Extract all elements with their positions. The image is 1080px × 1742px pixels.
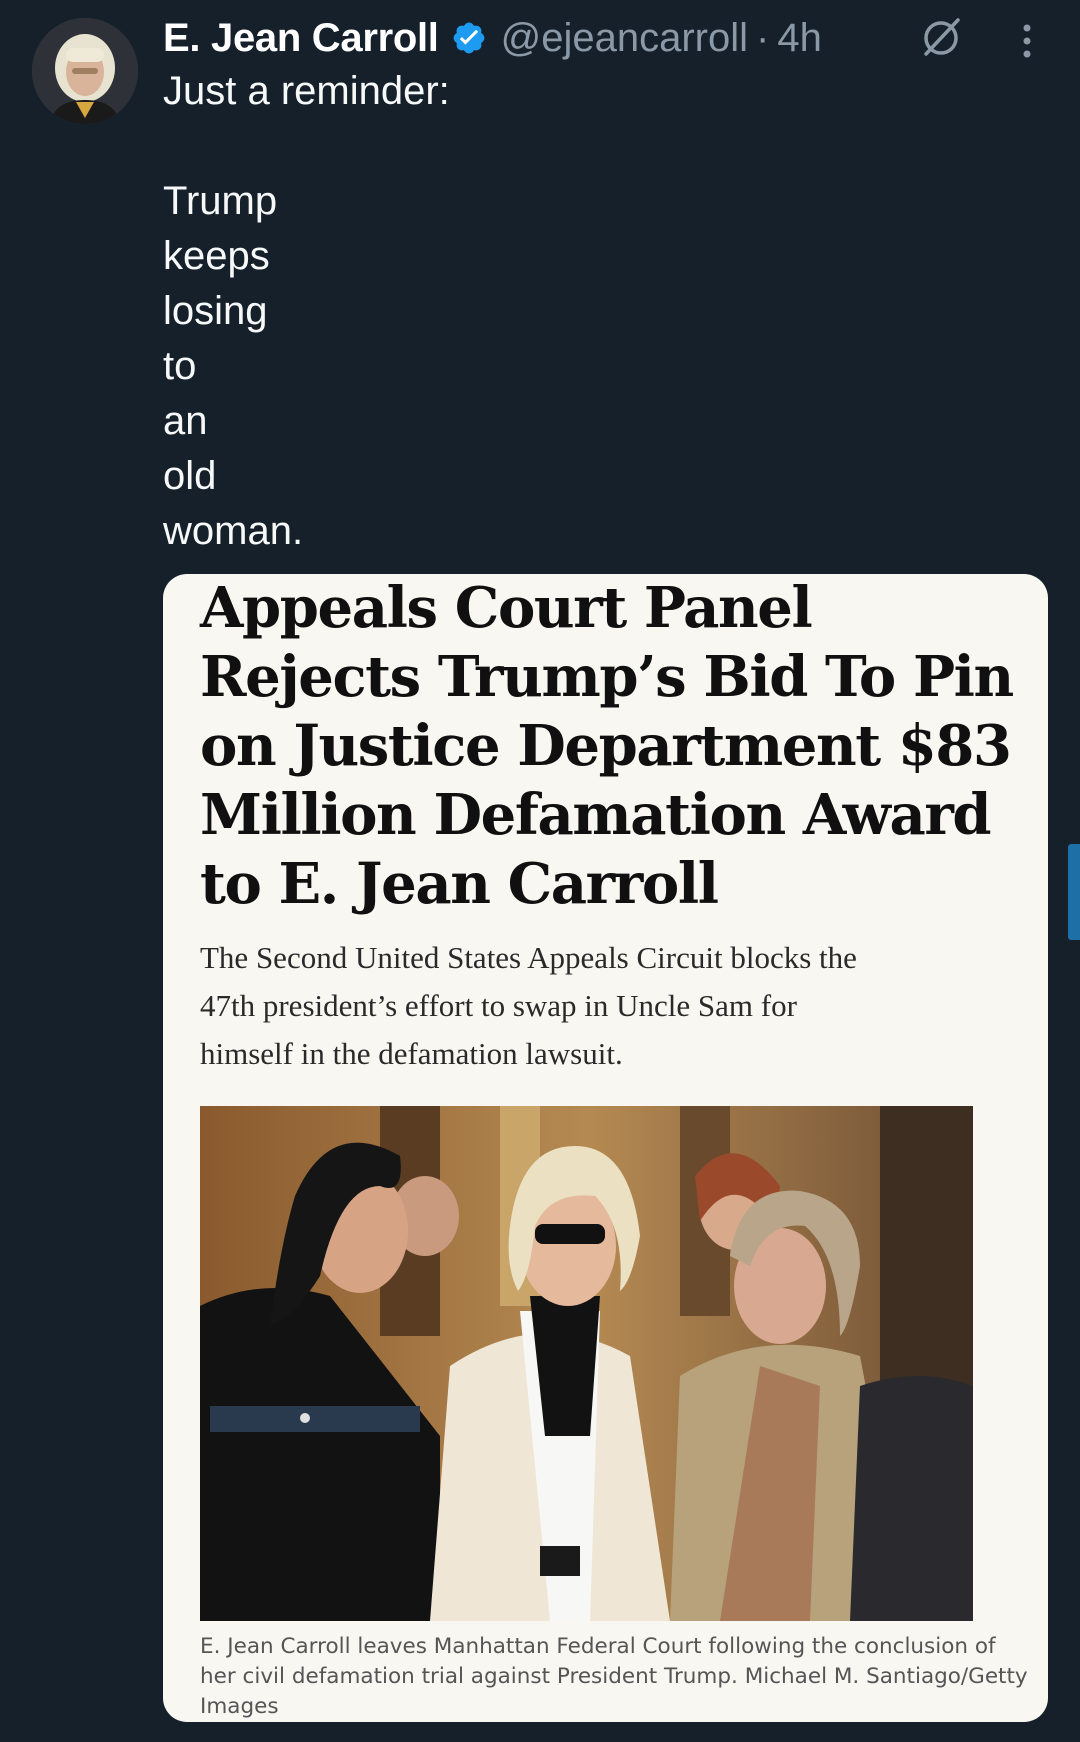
- subheadline-line: himself in the defamation lawsuit.: [200, 1036, 623, 1071]
- tweet-timestamp[interactable]: 4h: [777, 16, 822, 61]
- caption-line: E. Jean Carroll leaves Manhattan Federal…: [200, 1634, 996, 1659]
- attached-image[interactable]: Appeals Court Panel Rejects Trump’s Bid …: [163, 574, 1048, 1722]
- author-handle[interactable]: @ejeancarroll: [501, 16, 748, 61]
- headline-line: to E. Jean Carroll: [200, 851, 719, 917]
- headline-line: Million Defamation Award: [200, 782, 992, 848]
- subheadline-line: The Second United States Appeals Circuit…: [200, 940, 857, 975]
- caption-line: Images: [200, 1694, 279, 1719]
- caption-line: her civil defamation trial against Presi…: [200, 1664, 1028, 1689]
- headline-line: on Justice Department $83: [200, 713, 1012, 779]
- avatar-image: [32, 18, 138, 124]
- tweet-text: Just a reminder: Trump keeps losing to a…: [163, 64, 450, 559]
- tweet-text-line: Just a reminder:: [163, 69, 450, 113]
- tweet-text-line: woman.: [163, 509, 304, 553]
- subheadline-line: 47th president’s effort to swap in Uncle…: [200, 988, 797, 1023]
- grok-icon[interactable]: [918, 14, 964, 60]
- headline-line: Rejects Trump’s Bid To Pin: [200, 644, 1014, 710]
- article-headline: Appeals Court Panel Rejects Trump’s Bid …: [200, 574, 1030, 919]
- tweet-text-line: old: [163, 454, 217, 498]
- article-photo: [200, 1106, 973, 1621]
- verified-badge-icon[interactable]: [451, 20, 487, 56]
- tweet-text-line: losing: [163, 289, 268, 333]
- tweet-text-line: keeps: [163, 234, 270, 278]
- tweet-text-line: Trump: [163, 179, 278, 223]
- photo-caption: E. Jean Carroll leaves Manhattan Federal…: [200, 1632, 1028, 1722]
- author-display-name[interactable]: E. Jean Carroll: [163, 16, 439, 61]
- tweet-text-line: [163, 119, 450, 174]
- more-options-icon[interactable]: [1012, 18, 1042, 64]
- tweet-text-line: to: [163, 344, 197, 388]
- article-subheadline: The Second United States Appeals Circuit…: [200, 934, 1030, 1078]
- tweet[interactable]: E. Jean Carroll @ejeancarroll · 4h Just …: [0, 0, 1080, 1742]
- tweet-text-line: an: [163, 399, 208, 443]
- headline-line: Appeals Court Panel: [200, 575, 813, 641]
- tweet-header: E. Jean Carroll @ejeancarroll · 4h: [163, 10, 822, 66]
- scroll-indicator[interactable]: [1068, 844, 1080, 940]
- separator-dot: ·: [756, 15, 770, 60]
- avatar[interactable]: [32, 18, 138, 124]
